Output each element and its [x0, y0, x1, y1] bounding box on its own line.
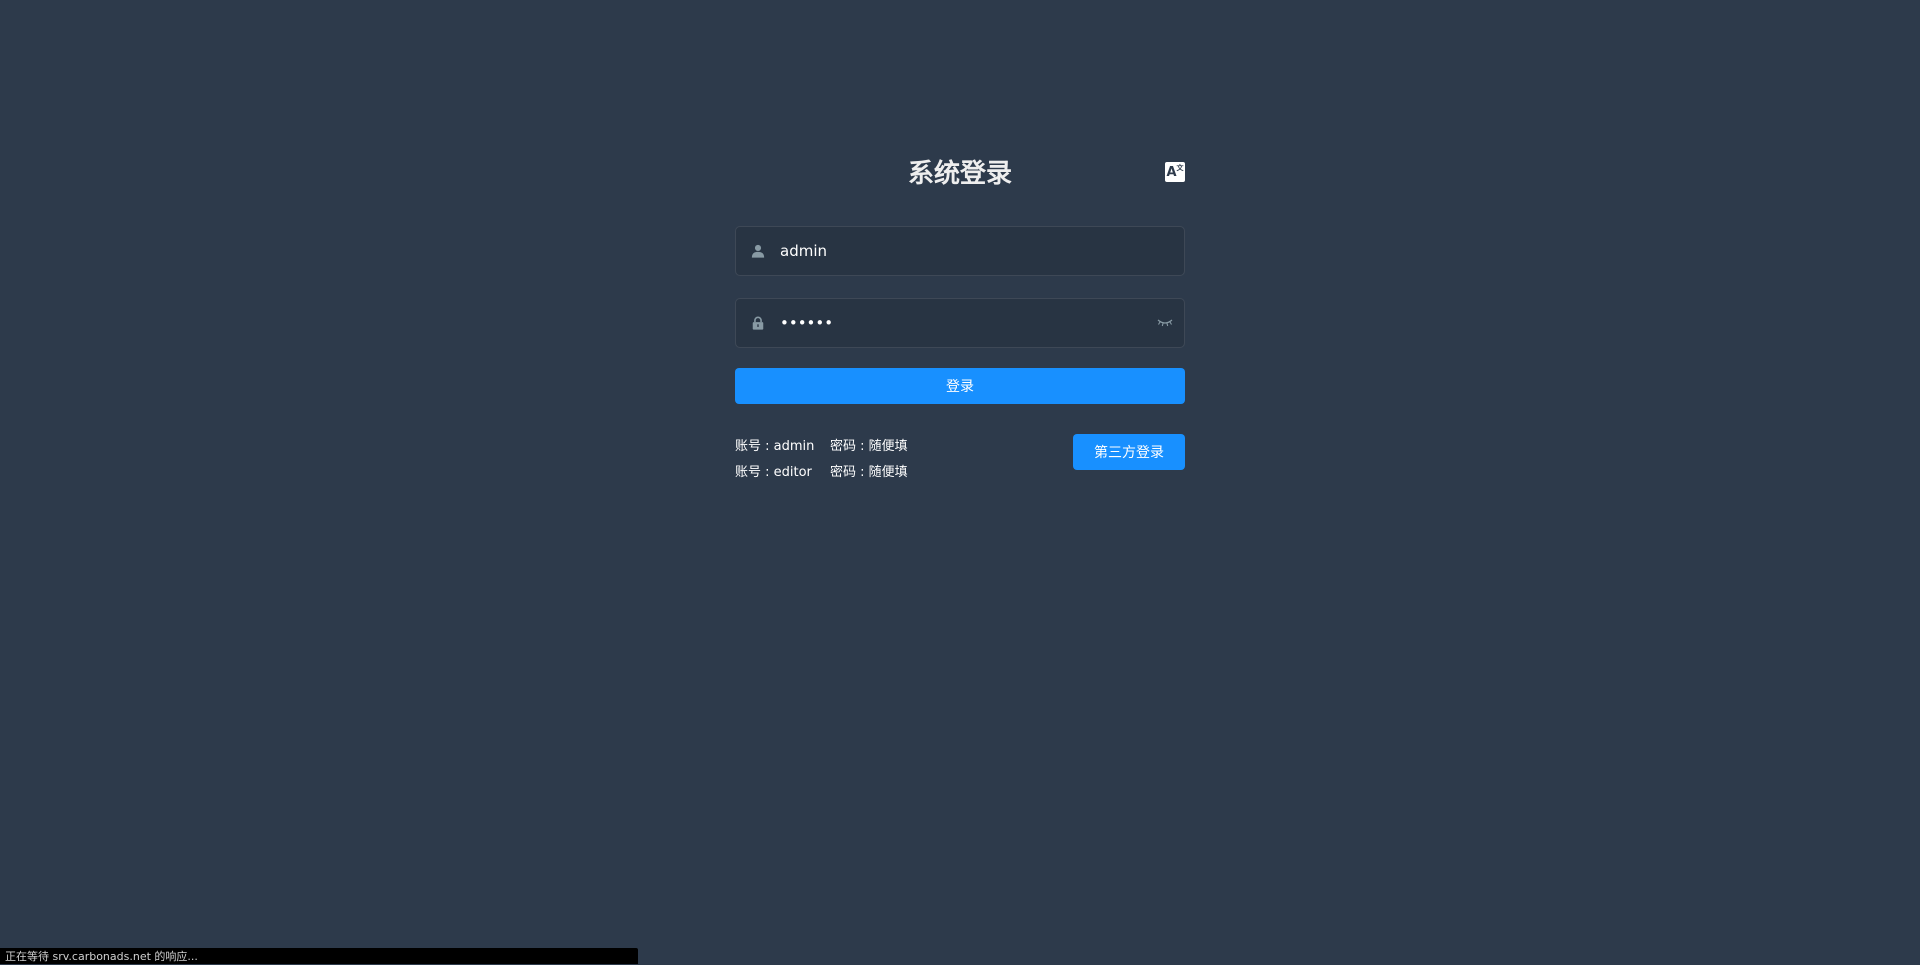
- tip-account: 账号 : editor: [735, 460, 830, 486]
- eye-closed-icon[interactable]: [1146, 318, 1184, 328]
- user-icon: [736, 244, 780, 258]
- login-form: 系统登录 A文: [735, 150, 1185, 484]
- username-input[interactable]: [780, 228, 1184, 274]
- tip-password: 密码 : 随便填: [830, 460, 908, 486]
- login-button[interactable]: 登录: [735, 368, 1185, 404]
- tip-password: 密码 : 随便填: [830, 434, 908, 460]
- browser-status-bar: 正在等待 srv.carbonads.net 的响应...: [0, 948, 638, 964]
- password-input[interactable]: [780, 300, 1146, 346]
- third-party-login-button[interactable]: 第三方登录: [1073, 434, 1185, 470]
- page-title: 系统登录: [735, 150, 1185, 198]
- password-field: [735, 298, 1185, 348]
- tip-account: 账号 : admin: [735, 434, 830, 460]
- title-row: 系统登录 A文: [735, 150, 1185, 198]
- translate-icon[interactable]: A文: [1165, 162, 1185, 182]
- lock-icon: [736, 316, 780, 330]
- username-field: [735, 226, 1185, 276]
- tips-row: 账号 : admin密码 : 随便填 账号 : editor密码 : 随便填 第…: [735, 434, 1185, 484]
